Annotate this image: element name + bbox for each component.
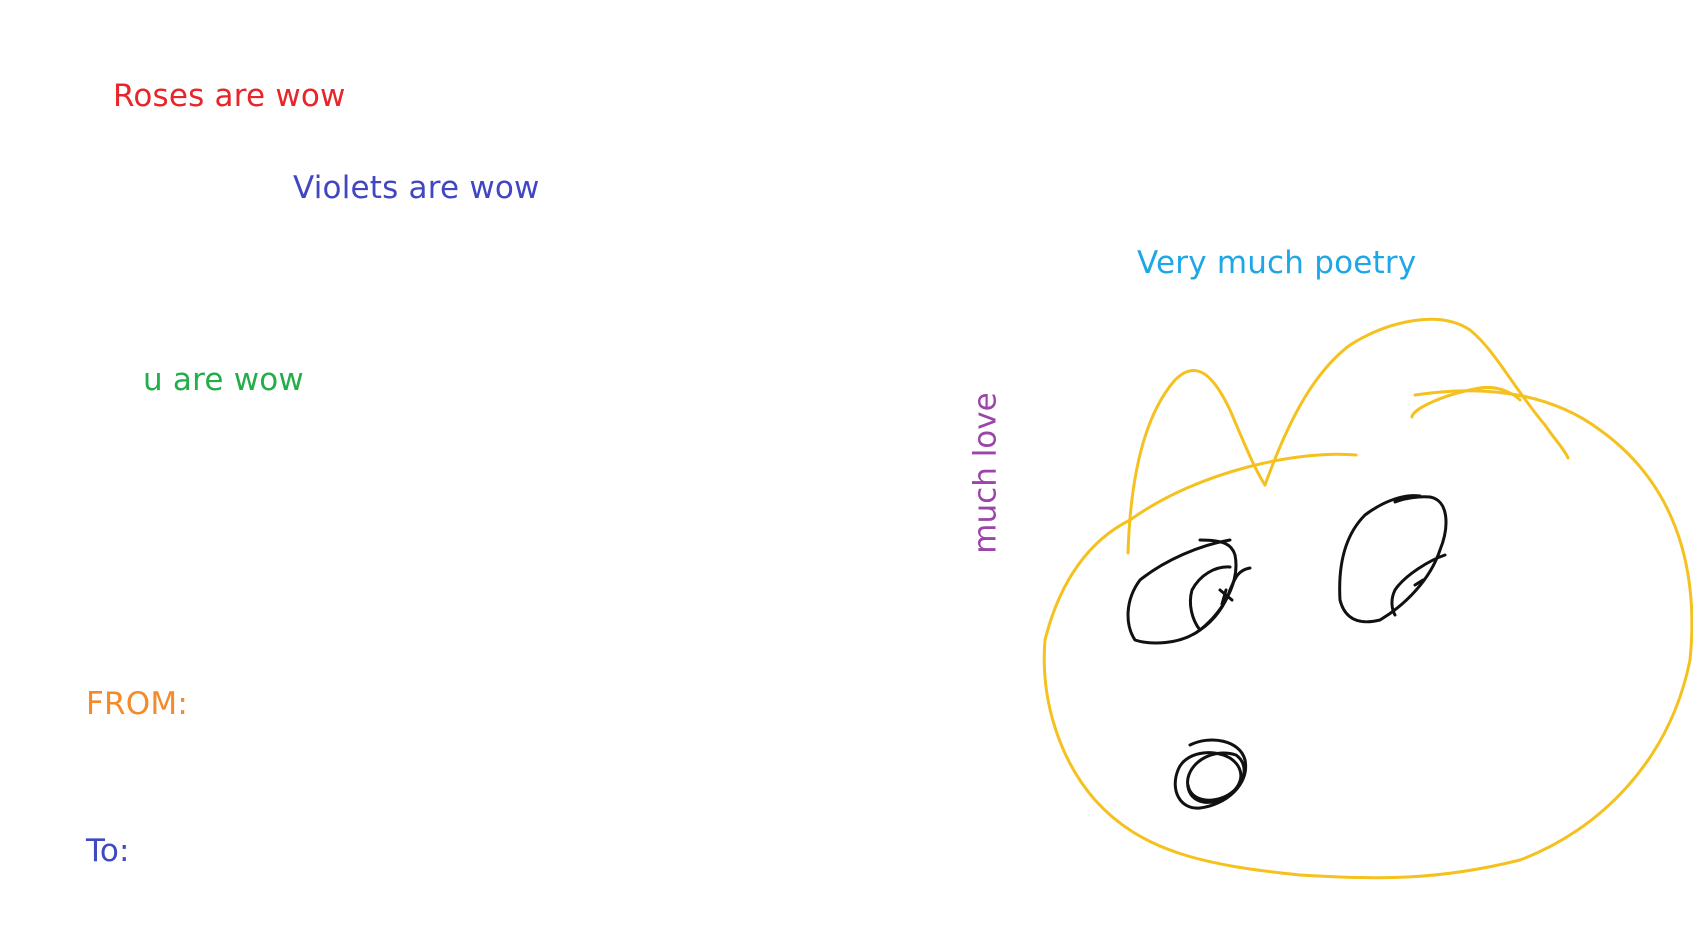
- nose-scribble: [1173, 738, 1248, 810]
- middle-ear-outline: [1263, 317, 1570, 487]
- head-outline: [1042, 389, 1693, 880]
- cat-doodle: [1042, 317, 1693, 880]
- card-canvas: Roses are wow Violets are wow Very much …: [0, 0, 1693, 932]
- left-ear-outline: [1126, 368, 1267, 555]
- left-pupil-outline: [1188, 565, 1252, 632]
